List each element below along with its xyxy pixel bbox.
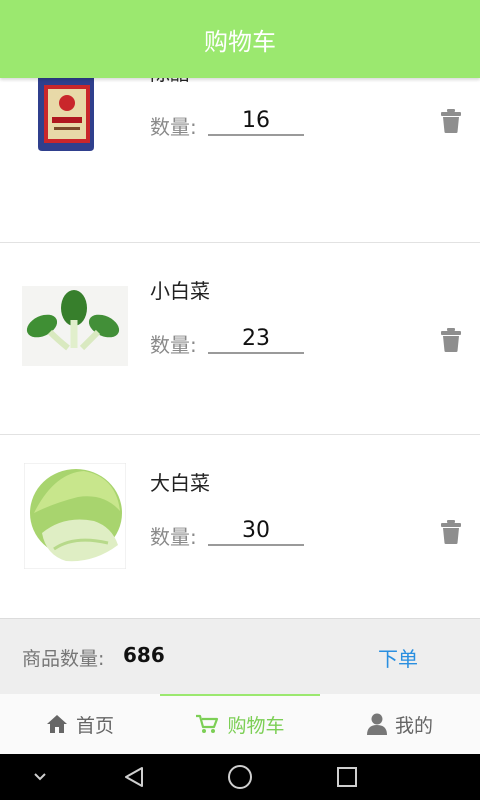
tab-home[interactable]: 首页 [0,694,160,754]
home-icon [46,715,67,733]
cart-item[interactable]: 大白菜 数量: [0,435,480,618]
item-name: 陈醋 [150,78,190,86]
chevron-down-icon [34,773,46,781]
hide-keyboard-button[interactable] [28,754,52,800]
tab-cart-label: 购物车 [227,714,285,737]
tab-profile[interactable]: 我的 [320,694,480,754]
home-circle-icon [228,765,252,789]
vinegar-bottle-image [38,78,94,151]
trash-icon[interactable] [441,328,461,352]
quantity-label: 数量: [150,525,197,549]
tab-cart[interactable]: 购物车 [160,694,320,754]
tab-home-label: 首页 [75,714,114,737]
napa-cabbage-image [24,463,126,569]
bok-choy-image [22,286,128,366]
app-bar: 购物车 [0,0,480,78]
quantity-label: 数量: [150,115,197,139]
cart-item[interactable]: 陈醋 数量: [0,78,480,243]
cart-summary: 商品数量: 686 下单 [0,618,480,694]
page-title: 购物车 [204,27,276,56]
quantity-input[interactable] [208,106,304,136]
bottom-tab-bar: 首页 购物车 我的 [0,694,480,754]
back-button[interactable] [120,754,148,800]
total-quantity-label: 商品数量: [22,648,105,670]
item-name: 小白菜 [150,279,210,303]
quantity-input[interactable] [208,516,304,546]
person-icon [366,713,387,735]
trash-icon[interactable] [441,109,461,133]
tab-profile-label: 我的 [394,714,433,737]
item-name: 大白菜 [150,471,210,495]
quantity-input[interactable] [208,324,304,354]
total-quantity-value: 686 [123,643,165,667]
cart-list[interactable]: 陈醋 数量: 小白菜 数量: [0,78,480,618]
cart-item[interactable]: 小白菜 数量: [0,243,480,435]
home-button[interactable] [226,754,254,800]
recents-button[interactable] [334,754,360,800]
trash-icon[interactable] [441,520,461,544]
system-nav-bar [0,754,480,800]
recents-square-icon [337,767,357,787]
quantity-label: 数量: [150,333,197,357]
place-order-button[interactable]: 下单 [378,643,418,672]
cart-icon [196,714,219,733]
back-triangle-icon [125,767,143,787]
